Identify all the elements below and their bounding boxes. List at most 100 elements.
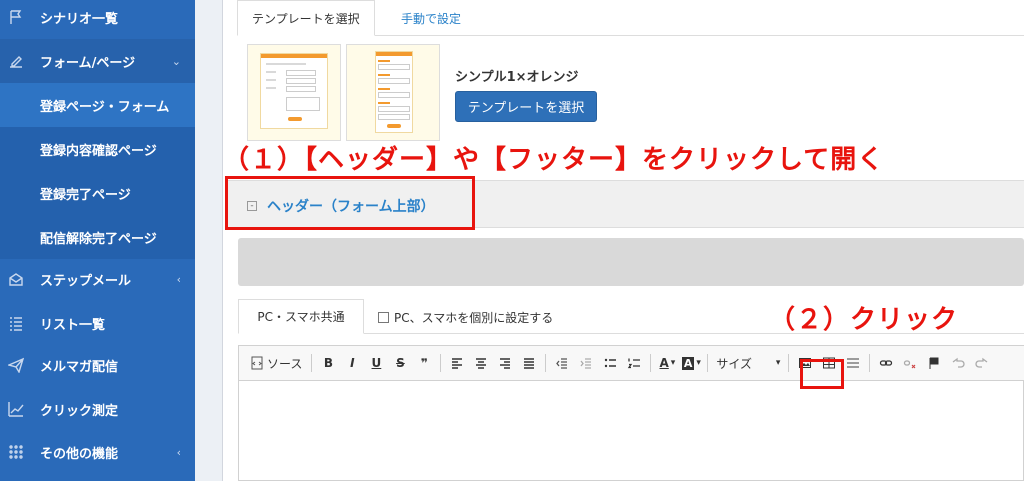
caret-down-icon: ▾	[775, 358, 781, 368]
indent-decrease-button[interactable]	[552, 352, 572, 374]
annotation-step1: （１）【ヘッダー】や【フッター】をクリックして開く	[223, 145, 885, 175]
select-template-button[interactable]: テンプレートを選択	[455, 91, 597, 122]
indent-increase-button[interactable]	[576, 352, 596, 374]
tab-pc-smartphone-shared[interactable]: PC・スマホ共通	[238, 299, 364, 334]
template-tabs: テンプレートを選択 手動で設定	[237, 0, 1024, 36]
sidebar-item-form-page[interactable]: フォーム/ページ ⌄	[0, 39, 195, 83]
main-panel: テンプレートを選択 手動で設定 シンプル1×オレンジ テンプレートを選択 （１）…	[223, 0, 1024, 481]
italic-button[interactable]: I	[342, 352, 362, 374]
align-right-icon	[500, 358, 511, 369]
app-root: シナリオ一覧 フォーム/ページ ⌄ 登録ページ・フォーム 登録内容確認ページ 登…	[0, 0, 1024, 481]
align-left-button[interactable]	[447, 352, 467, 374]
undo-icon	[953, 357, 965, 368]
sidebar-subitem-unsubscribe-page[interactable]: 配信解除完了ページ	[0, 215, 195, 259]
unlink-button[interactable]	[900, 352, 920, 374]
source-icon	[251, 356, 263, 370]
tab-select-template[interactable]: テンプレートを選択	[237, 0, 375, 36]
bulleted-list-icon	[605, 358, 617, 368]
sidebar-item-list[interactable]: リスト一覧	[0, 301, 195, 345]
redo-icon	[975, 357, 988, 368]
align-right-button[interactable]	[495, 352, 515, 374]
template-thumbnail-2[interactable]	[346, 44, 440, 141]
indent-icon	[580, 358, 592, 369]
template-thumbnail-1[interactable]	[247, 44, 341, 141]
horizontal-rule-button[interactable]	[843, 352, 863, 374]
sidebar-item-newsletter[interactable]: メルマガ配信	[0, 343, 195, 387]
align-center-button[interactable]	[471, 352, 491, 374]
sidebar-subitem-complete-page[interactable]: 登録完了ページ	[0, 171, 195, 215]
justify-icon	[524, 358, 535, 369]
numbered-list-button[interactable]	[624, 352, 644, 374]
template-name: シンプル1×オレンジ	[455, 70, 579, 85]
editor-tabs: PC・スマホ共通 PC、スマホを個別に設定する	[238, 299, 1024, 334]
font-color-button[interactable]: A ▾	[657, 352, 677, 374]
tab-manual-setting[interactable]: 手動で設定	[387, 0, 475, 36]
sidebar-item-step-mail[interactable]: ステップメール ‹	[0, 257, 195, 301]
strikethrough-button[interactable]: S	[390, 352, 410, 374]
rich-text-editor[interactable]: ソース B I U S ❞ A ▾ A ▾ サイズ ▾	[238, 345, 1024, 481]
toolbar-divider	[545, 354, 547, 372]
line-chart-icon	[8, 401, 24, 417]
content-gutter	[195, 0, 223, 481]
envelope-icon	[8, 271, 24, 287]
chevron-left-icon: ‹	[176, 272, 181, 286]
caret-down-icon: ▾	[696, 358, 701, 368]
background-color-icon: A	[681, 356, 695, 370]
toolbar-divider	[440, 354, 442, 372]
underline-button[interactable]: U	[366, 352, 386, 374]
bold-button[interactable]: B	[318, 352, 338, 374]
header-preview-bar	[238, 238, 1024, 286]
sidebar-item-scenario-list[interactable]: シナリオ一覧	[0, 0, 195, 39]
highlight-box-header	[225, 176, 475, 230]
toolbar-divider	[650, 354, 652, 372]
chevron-down-icon: ⌄	[171, 54, 181, 68]
bulleted-list-button[interactable]	[600, 352, 620, 374]
justify-button[interactable]	[519, 352, 539, 374]
sidebar-item-click-tracking[interactable]: クリック測定	[0, 387, 195, 431]
align-center-icon	[476, 358, 487, 369]
flag-icon	[929, 357, 939, 369]
blockquote-button[interactable]: ❞	[414, 352, 434, 374]
paper-plane-icon	[8, 357, 24, 373]
caret-down-icon: ▾	[670, 358, 676, 368]
undo-button[interactable]	[948, 352, 968, 374]
source-label: ソース	[267, 356, 303, 371]
source-button[interactable]: ソース	[247, 352, 305, 374]
toolbar-divider	[788, 354, 790, 372]
grid-dots-icon	[8, 444, 24, 460]
sidebar-item-label: その他の機能	[40, 446, 119, 462]
sidebar-item-label: シナリオ一覧	[40, 11, 119, 27]
sidebar-item-label: リスト一覧	[40, 317, 106, 333]
separate-setting-checkbox[interactable]: PC、スマホを個別に設定する	[378, 309, 553, 326]
editor-toolbar: ソース B I U S ❞ A ▾ A ▾ サイズ ▾	[239, 346, 1024, 381]
horizontal-rule-icon	[847, 358, 860, 368]
chevron-left-icon: ‹	[176, 445, 181, 459]
font-color-icon: A	[659, 356, 669, 370]
toolbar-divider	[707, 354, 709, 372]
highlight-box-image-button	[800, 359, 844, 389]
sidebar-subitem-registration-form[interactable]: 登録ページ・フォーム	[0, 83, 195, 127]
sidebar-item-label: メルマガ配信	[40, 359, 119, 375]
checkbox-icon	[378, 312, 389, 323]
sidebar-item-label: フォーム/ページ	[40, 55, 136, 71]
separate-setting-label: PC、スマホを個別に設定する	[394, 311, 554, 325]
background-color-button[interactable]: A ▾	[681, 352, 701, 374]
link-icon	[880, 360, 893, 366]
font-size-select[interactable]: サイズ ▾	[712, 355, 784, 372]
pencil-icon	[8, 53, 24, 69]
sidebar-item-label: クリック測定	[40, 403, 119, 419]
sidebar: シナリオ一覧 フォーム/ページ ⌄ 登録ページ・フォーム 登録内容確認ページ 登…	[0, 0, 195, 481]
font-size-label: サイズ	[716, 356, 753, 371]
toolbar-divider	[311, 354, 313, 372]
redo-button[interactable]	[972, 352, 992, 374]
outdent-icon	[556, 358, 568, 369]
insert-link-button[interactable]	[876, 352, 896, 374]
sidebar-subitem-confirm-page[interactable]: 登録内容確認ページ	[0, 127, 195, 171]
flag-icon	[8, 9, 24, 25]
unlink-icon	[904, 360, 916, 369]
anchor-button[interactable]	[924, 352, 944, 374]
list-icon	[8, 315, 24, 331]
numbered-list-icon	[628, 358, 641, 369]
sidebar-item-other-features[interactable]: その他の機能 ‹	[0, 430, 195, 474]
toolbar-divider	[869, 354, 871, 372]
